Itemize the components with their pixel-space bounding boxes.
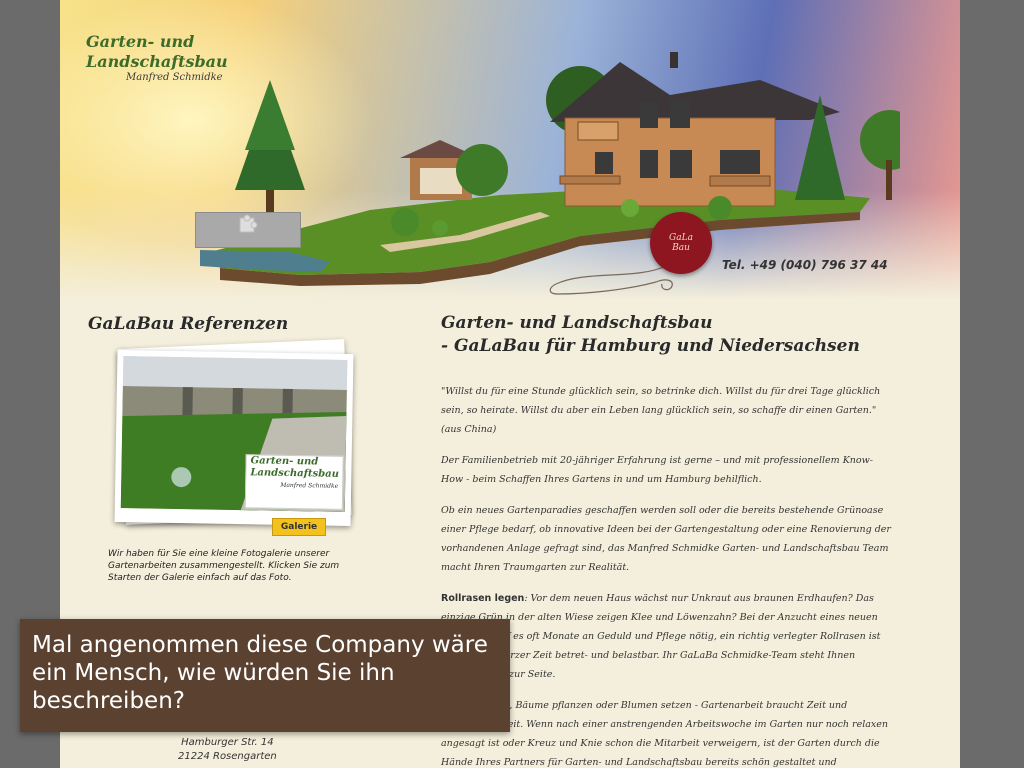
puzzle-icon (237, 213, 259, 239)
quote-paragraph: "Willst du für eine Stunde glücklich sei… (441, 386, 881, 435)
garden-photo[interactable]: Garten- und Landschaftsbau Manfred Schmi… (120, 356, 348, 512)
logo-line2: Landschaftsbau (86, 52, 228, 71)
photo-front-frame[interactable]: Garten- und Landschaftsbau Manfred Schmi… (114, 349, 354, 527)
references-title: GaLaBau Referenzen (88, 314, 289, 334)
photo-logo-sub: Manfred Schmidke (280, 481, 339, 490)
logo-subtitle: Manfred Schmidke (126, 72, 223, 83)
main-title: Garten- und Landschaftsbau - GaLaBau für… (441, 312, 921, 358)
garden-house-illustration (200, 52, 900, 286)
rollrasen-heading: Rollrasen legen (441, 593, 525, 604)
caption-text: Mal angenommen diese Company wäre ein Me… (32, 632, 488, 714)
phone-number[interactable]: Tel. +49 (040) 796 37 44 (722, 258, 888, 272)
photo-logo-line2: Landschaftsbau (250, 467, 340, 480)
main-title-line1: Garten- und Landschaftsbau (441, 313, 713, 333)
gallery-description: Wir haben für Sie eine kleine Fotogaleri… (108, 549, 340, 583)
wax-seal: GaLa Bau (650, 212, 712, 274)
services-paragraph: Ob ein neues Gartenparadies geschaffen w… (441, 505, 891, 573)
address-city: 21224 Rosengarten (178, 751, 277, 762)
missing-plugin-placeholder[interactable] (195, 212, 301, 248)
address: Hamburger Str. 14 21224 Rosengarten (178, 736, 277, 764)
seal-text: GaLa Bau (669, 233, 693, 253)
question-caption: Mal angenommen diese Company wäre ein Me… (20, 619, 510, 732)
logo-line1: Garten- und (86, 32, 195, 51)
gallery-photo[interactable]: Garten- und Landschaftsbau Manfred Schmi… (108, 339, 358, 536)
site-logo[interactable]: Garten- und Landschaftsbau Manfred Schmi… (86, 32, 228, 83)
address-street: Hamburger Str. 14 (181, 737, 274, 748)
photo-watermark-logo: Garten- und Landschaftsbau Manfred Schmi… (244, 454, 344, 510)
main-title-line2: - GaLaBau für Hamburg und Niedersachsen (441, 336, 860, 356)
intro-paragraph: Der Familienbetrieb mit 20-jähriger Erfa… (441, 455, 873, 485)
galerie-button[interactable]: Galerie (272, 518, 326, 536)
